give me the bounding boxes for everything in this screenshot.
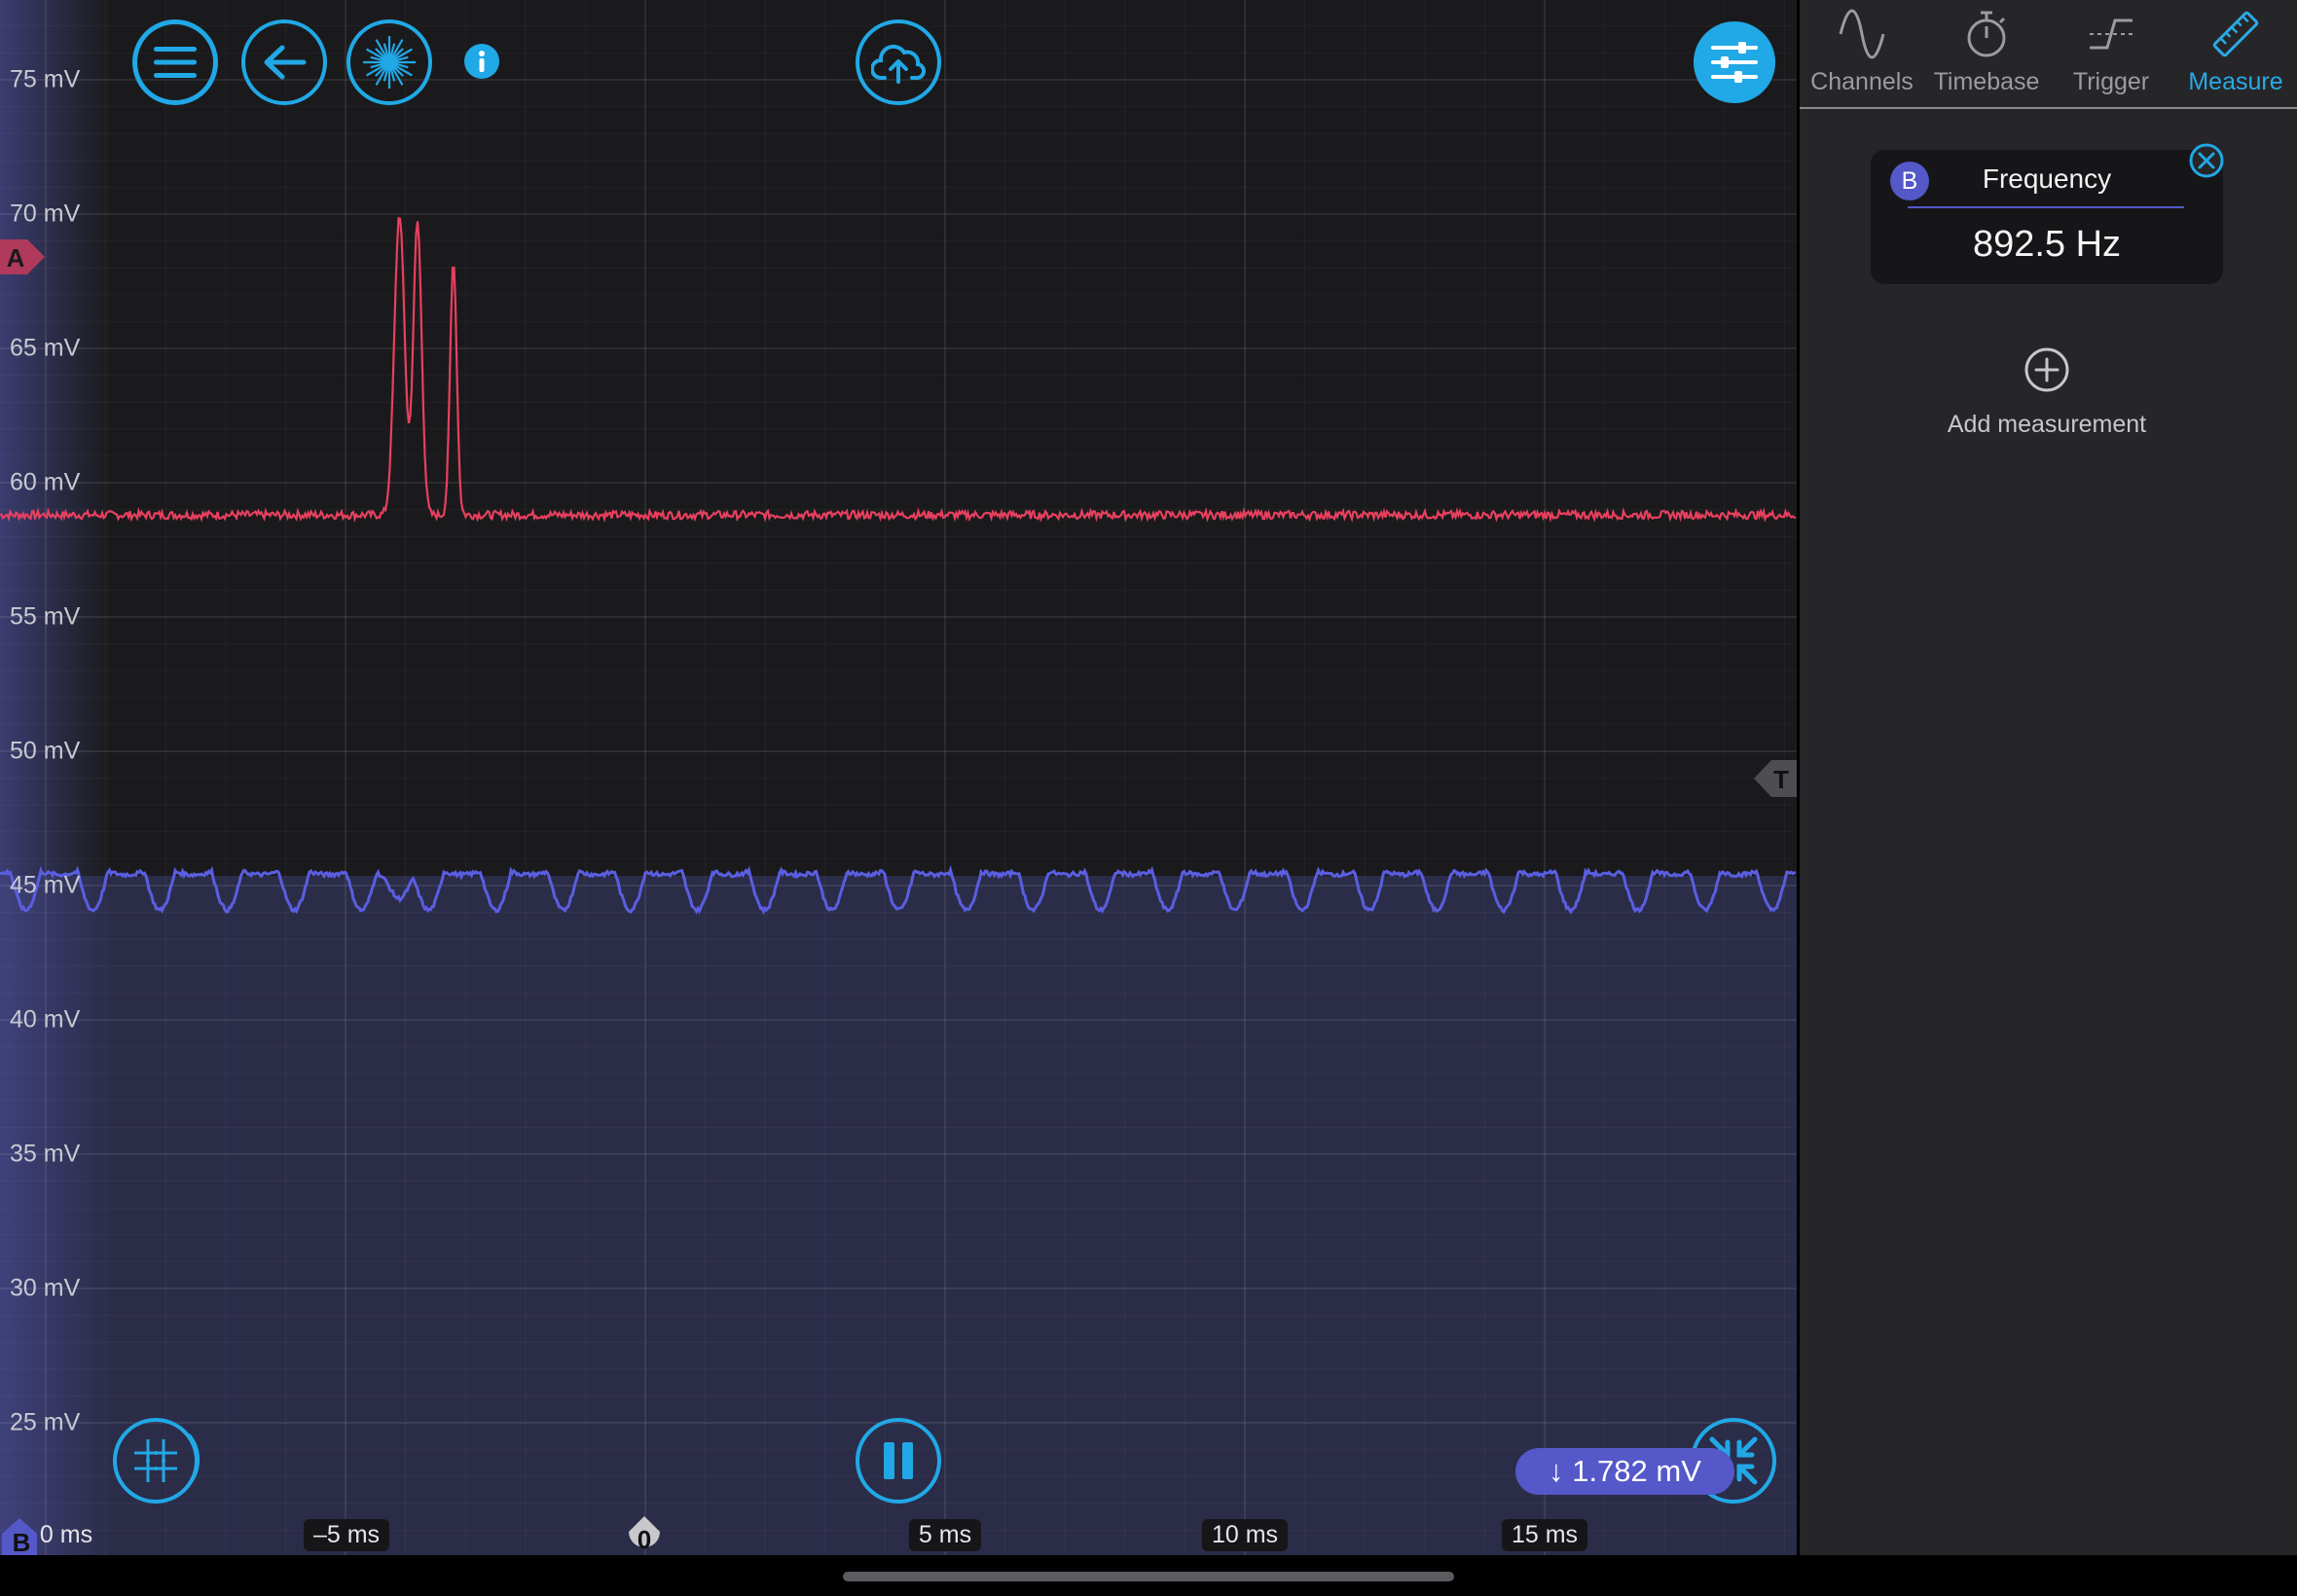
measurement-value: 892.5 Hz xyxy=(1972,224,2122,265)
channel-a-marker[interactable]: A xyxy=(0,237,47,276)
measurement-card[interactable]: B Frequency 892.5 Hz xyxy=(1871,150,2223,284)
y-tick-label: 40 mV xyxy=(10,1005,81,1034)
x-tick-label: 5 ms xyxy=(908,1519,982,1551)
y-tick-label: 55 mV xyxy=(10,602,81,631)
channel-b-trace xyxy=(0,864,1797,916)
trigger-edge-icon xyxy=(2090,18,2133,50)
tab-label: Timebase xyxy=(1933,68,2040,95)
measurement-name: Frequency xyxy=(1982,163,2112,194)
y-tick-label: 30 mV xyxy=(10,1274,81,1302)
x-tick-label: 0 ms xyxy=(39,1521,93,1548)
channel-a-marker-text: A xyxy=(7,243,25,272)
grid-icon xyxy=(134,1439,177,1482)
sine-wave-icon xyxy=(1839,9,1885,59)
y-tick-label: 25 mV xyxy=(10,1408,81,1436)
home-indicator[interactable] xyxy=(843,1572,1454,1581)
pause-button[interactable] xyxy=(856,1418,941,1504)
trigger-level-marker[interactable]: T xyxy=(1752,757,1797,800)
sliders-icon xyxy=(1711,42,1758,83)
tab-label: Trigger xyxy=(2072,68,2150,95)
waveform-area xyxy=(0,216,1797,916)
back-arrow-icon xyxy=(264,45,307,80)
tab-channels[interactable]: Channels xyxy=(1800,0,1924,107)
pause-icon xyxy=(884,1442,913,1479)
add-measurement-label: Add measurement xyxy=(1947,411,2147,438)
channel-a-trace xyxy=(0,216,1797,524)
autoset-button[interactable] xyxy=(346,19,432,105)
y-tick-label: 45 mV xyxy=(10,871,81,899)
tab-label: Measure xyxy=(2188,68,2283,95)
info-button[interactable] xyxy=(463,43,500,80)
x-tick-label: –5 ms xyxy=(303,1519,390,1551)
y-tick-label: 70 mV xyxy=(10,200,81,228)
settings-button[interactable] xyxy=(1694,21,1775,103)
trigger-time-marker[interactable]: 0 xyxy=(625,1514,664,1555)
measurement-divider xyxy=(1908,206,2184,208)
zero-marker-text: 0 xyxy=(638,1525,651,1554)
channel-b-marker[interactable]: B xyxy=(0,1518,39,1555)
x-tick-label: 15 ms xyxy=(1501,1519,1588,1551)
grid-button-arc xyxy=(187,1433,201,1486)
tab-bar: Channels Timebase Trigger Measure xyxy=(1800,0,2297,109)
close-icon xyxy=(2189,143,2224,178)
tab-label: Channels xyxy=(1810,68,1914,95)
y-tick-label: 65 mV xyxy=(10,334,81,362)
menu-icon xyxy=(154,47,197,78)
channel-b-offset-pill[interactable]: ↓ 1.782 mV xyxy=(1515,1448,1734,1495)
remove-measurement-button[interactable] xyxy=(2188,142,2225,179)
y-tick-label: 60 mV xyxy=(10,468,81,496)
menu-button[interactable] xyxy=(132,19,218,105)
stopwatch-icon xyxy=(1967,11,2006,57)
cloud-upload-icon xyxy=(871,44,926,84)
side-panel: Channels Timebase Trigger Measure B Freq… xyxy=(1800,0,2297,1555)
tab-timebase[interactable]: Timebase xyxy=(1924,0,2049,107)
channel-b-marker-text: B xyxy=(13,1528,31,1555)
x-tick-label: 10 ms xyxy=(1201,1519,1289,1551)
oscilloscope-display[interactable]: 75 mV 70 mV 65 mV 60 mV 55 mV 50 mV 45 m… xyxy=(0,0,1797,1555)
y-tick-label: 35 mV xyxy=(10,1140,81,1168)
add-measurement-button[interactable]: Add measurement xyxy=(1871,345,2223,439)
burst-icon xyxy=(363,36,416,89)
plus-circle-icon xyxy=(2024,347,2069,392)
trigger-marker-text: T xyxy=(1773,765,1789,794)
back-button[interactable] xyxy=(241,19,327,105)
cloud-upload-button[interactable] xyxy=(856,19,941,105)
y-tick-label: 75 mV xyxy=(10,65,81,93)
info-icon xyxy=(464,44,499,79)
ruler-icon xyxy=(2212,11,2259,57)
tab-trigger[interactable]: Trigger xyxy=(2049,0,2173,107)
tab-measure[interactable]: Measure xyxy=(2173,0,2297,107)
y-tick-label: 50 mV xyxy=(10,737,81,765)
burst-center xyxy=(383,55,396,69)
